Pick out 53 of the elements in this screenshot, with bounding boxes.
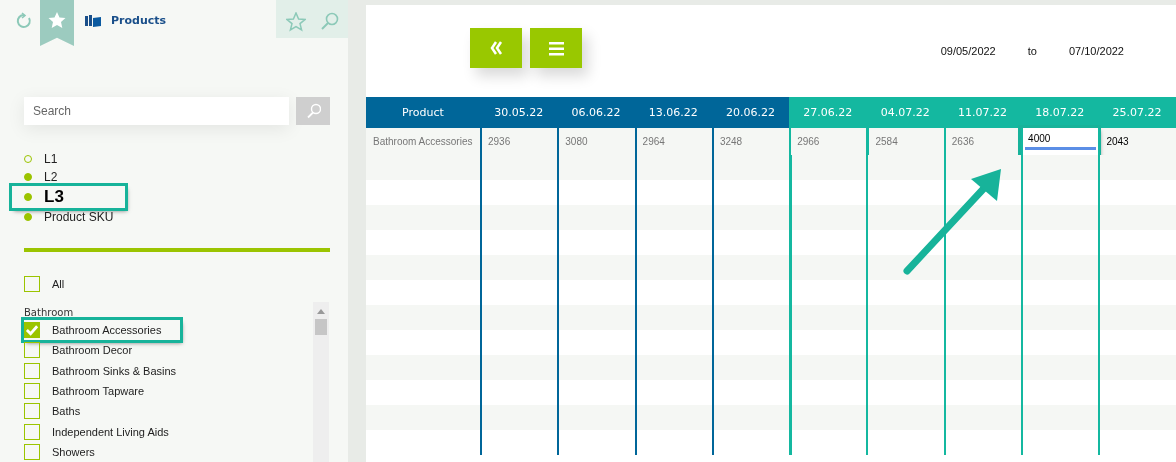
list-item[interactable]: Showers [24,441,313,462]
level-item[interactable]: Product SKU [24,208,164,226]
search-button[interactable] [296,97,330,125]
column-header: Product [366,97,480,128]
panel-title: Products [111,14,167,27]
list-item[interactable]: Bathroom Tapware [24,380,313,402]
column-header: 11.07.22 [943,97,1022,128]
checkbox-label: All [52,278,65,290]
search-field[interactable]: Search [24,97,289,125]
checkbox[interactable] [24,403,40,420]
search-icon[interactable] [320,12,340,32]
boxes-icon [84,13,102,29]
menu-icon [548,40,564,56]
level-item[interactable]: L2 [24,168,164,186]
scroll-thumb[interactable] [315,319,327,335]
double-chevron-icon [488,40,504,56]
star-icon [48,11,66,29]
scroll-up-icon[interactable] [317,309,325,314]
list-item[interactable]: Independent Living Aids [24,421,313,442]
column-header: 30.05.22 [480,97,558,128]
checkbox[interactable] [24,362,40,379]
column-header: 20.06.22 [711,97,790,128]
highlighted-level-item[interactable]: L3 [12,186,125,208]
checkbox[interactable] [24,322,40,339]
checkbox[interactable] [24,342,40,359]
star-icon[interactable] [286,12,306,32]
level-item[interactable]: L1 [24,150,164,168]
highlighted-list-item[interactable]: Bathroom Accessories [24,320,180,341]
collapse-button[interactable] [470,28,522,68]
refresh-icon[interactable] [14,12,34,30]
column-header: 13.06.22 [634,97,712,128]
bookmark-tab[interactable] [40,0,74,46]
column-header: 04.07.22 [866,97,944,128]
column-header: 27.06.22 [789,97,867,128]
column-header: 25.07.22 [1098,97,1176,128]
menu-button[interactable] [530,28,582,68]
check-icon [25,323,39,338]
checkbox[interactable] [24,443,40,460]
checkbox[interactable] [24,383,40,399]
cell-input-field[interactable]: 4000 [1021,128,1099,155]
list-item[interactable]: Bathroom Sinks & Basins [24,360,313,381]
list-item[interactable]: Baths [24,401,313,422]
date-from[interactable]: 09/05/2022 [940,45,996,57]
scrollbar[interactable] [313,302,329,462]
date-to[interactable]: 07/10/2022 [1068,45,1124,57]
checkbox[interactable] [24,276,40,292]
date-separator: to [1027,45,1037,57]
checkbox[interactable] [24,423,40,440]
list-item[interactable]: Bathroom Decor [24,340,313,361]
group-label: Bathroom [24,306,75,320]
table-cell-text: Bathroom Accessories [372,135,474,149]
search-icon [305,103,321,119]
column-header: 06.06.22 [557,97,635,128]
